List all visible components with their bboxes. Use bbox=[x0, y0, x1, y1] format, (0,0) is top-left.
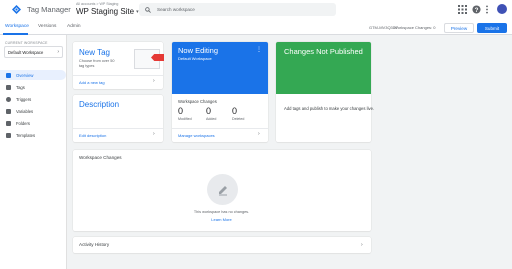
chevron-right-icon[interactable]: › bbox=[153, 78, 155, 84]
apps-grid-icon[interactable] bbox=[458, 5, 467, 14]
activity-history-title: Activity History bbox=[79, 242, 110, 247]
sidebar-item-label: Tags bbox=[16, 84, 25, 90]
changes-not-published-card: Changes Not Published Add tags and publi… bbox=[276, 42, 374, 142]
tag-icon bbox=[6, 84, 11, 90]
modified-label: Modified bbox=[178, 117, 192, 121]
chevron-right-icon[interactable]: › bbox=[153, 131, 155, 137]
workspace-changes-count: Workspace Changes: 0 bbox=[394, 24, 436, 30]
add-new-tag-link[interactable]: Add a new tag bbox=[79, 80, 105, 85]
variable-icon bbox=[6, 108, 11, 114]
deleted-count: 0 bbox=[232, 106, 238, 116]
now-editing-card: Now Editing Default Workspace ⋮ Workspac… bbox=[172, 42, 268, 142]
not-published-title: Changes Not Published bbox=[284, 47, 363, 56]
modified-count: 0 bbox=[178, 106, 184, 116]
workspace-changes-title: Workspace Changes bbox=[79, 155, 122, 160]
tag-manager-logo-icon[interactable] bbox=[12, 5, 21, 14]
empty-state-text: This workspace has no changes. bbox=[193, 210, 250, 214]
new-tag-title: New Tag bbox=[79, 48, 110, 57]
chevron-right-icon[interactable]: › bbox=[361, 242, 363, 248]
workspace-tabs-bar: Workspace Versions Admin GTM-MV3Q3D7 Wor… bbox=[0, 20, 512, 35]
preview-button[interactable]: Preview bbox=[444, 23, 474, 33]
learn-more-link[interactable]: Learn More bbox=[73, 217, 370, 222]
deleted-label: Deleted bbox=[232, 117, 245, 121]
container-selector[interactable]: WP Staging Site ▾ bbox=[76, 7, 139, 16]
search-placeholder: Search workspace bbox=[157, 7, 195, 12]
workspace-name: Default Workspace bbox=[8, 49, 44, 55]
tab-workspace[interactable]: Workspace bbox=[5, 24, 29, 29]
more-vert-icon[interactable]: ⋮ bbox=[256, 46, 262, 53]
new-tag-card[interactable]: New Tag Choose from over 50 tag types Ad… bbox=[73, 42, 164, 89]
trigger-icon bbox=[6, 96, 11, 102]
description-title: Description bbox=[79, 100, 120, 109]
search-icon bbox=[145, 6, 151, 13]
now-editing-title: Now Editing bbox=[178, 46, 219, 55]
help-icon[interactable]: ? bbox=[472, 5, 481, 14]
chevron-right-icon[interactable]: › bbox=[258, 131, 260, 137]
container-name: WP Staging Site bbox=[76, 7, 135, 16]
more-vert-icon[interactable] bbox=[485, 5, 489, 14]
sidebar-item-label: Folders bbox=[16, 120, 30, 126]
edit-description-link[interactable]: Edit description bbox=[79, 133, 106, 138]
submit-button[interactable]: Submit bbox=[477, 23, 507, 33]
sidebar: CURRENT WORKSPACE Default Workspace › Ov… bbox=[0, 35, 67, 269]
sidebar-item-label: Variables bbox=[16, 108, 34, 114]
folder-icon bbox=[6, 120, 11, 126]
activity-history-row[interactable]: Activity History › bbox=[73, 237, 371, 253]
overview-icon bbox=[6, 72, 11, 78]
chevron-right-icon: › bbox=[57, 49, 59, 55]
added-count: 0 bbox=[206, 106, 212, 116]
current-workspace-label: CURRENT WORKSPACE bbox=[5, 41, 48, 45]
account-avatar[interactable] bbox=[497, 4, 507, 14]
sidebar-item-label: Overview bbox=[16, 72, 34, 78]
divider bbox=[73, 75, 163, 76]
sidebar-item-label: Triggers bbox=[16, 96, 32, 102]
sidebar-item-variables[interactable]: Variables bbox=[0, 106, 66, 116]
app-title: Tag Manager bbox=[27, 5, 71, 14]
workspace-selector[interactable]: Default Workspace › bbox=[4, 46, 63, 58]
current-workspace-name: Default Workspace bbox=[178, 56, 212, 61]
not-published-description: Add tags and publish to make your change… bbox=[284, 106, 375, 111]
divider bbox=[73, 128, 163, 129]
sidebar-item-templates[interactable]: Templates bbox=[0, 130, 66, 140]
edit-pencil-icon bbox=[218, 185, 227, 195]
svg-text:?: ? bbox=[475, 7, 479, 14]
new-tag-description: Choose from over 50 tag types bbox=[79, 59, 115, 68]
added-label: Added bbox=[206, 117, 217, 121]
divider bbox=[172, 128, 268, 129]
tab-admin[interactable]: Admin bbox=[67, 24, 81, 29]
sidebar-item-label: Templates bbox=[16, 132, 36, 138]
sidebar-item-triggers[interactable]: Triggers bbox=[0, 94, 66, 104]
workspace-changes-label: Workspace Changes bbox=[178, 99, 217, 104]
template-icon bbox=[6, 132, 11, 138]
manage-workspaces-link[interactable]: Manage workspaces bbox=[178, 133, 215, 138]
top-app-bar: Tag Manager All accounts > WP Staging WP… bbox=[0, 0, 512, 20]
search-bar[interactable]: Search workspace bbox=[139, 3, 336, 16]
description-card[interactable]: Description Edit description › bbox=[73, 95, 163, 142]
breadcrumb[interactable]: All accounts > WP Staging bbox=[76, 2, 118, 6]
empty-state-circle bbox=[207, 174, 238, 205]
sidebar-item-tags[interactable]: Tags bbox=[0, 82, 66, 92]
now-editing-header: Now Editing Default Workspace ⋮ bbox=[172, 42, 268, 94]
sidebar-item-overview[interactable]: Overview bbox=[0, 70, 66, 80]
not-published-header: Changes Not Published bbox=[276, 42, 371, 94]
sidebar-item-folders[interactable]: Folders bbox=[0, 118, 66, 128]
tab-versions[interactable]: Versions bbox=[38, 24, 56, 29]
workspace-changes-section: Workspace Changes This workspace has no … bbox=[73, 150, 371, 231]
